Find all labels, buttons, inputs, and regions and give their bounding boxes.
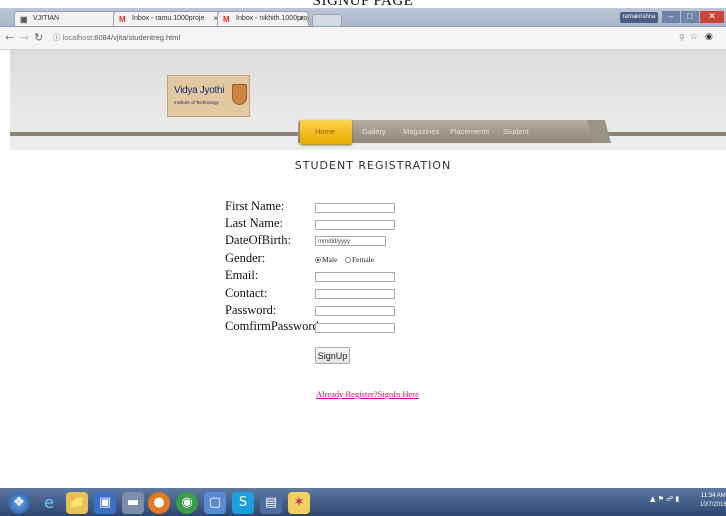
start-button[interactable]: ❖ xyxy=(8,492,30,514)
site-logo[interactable]: Vidya Jyothi Institute of Technology xyxy=(167,75,250,117)
app-icon[interactable]: ▬ xyxy=(122,492,144,514)
first-name-label: First Name: xyxy=(225,199,285,213)
gmail-icon: M xyxy=(119,15,126,24)
tab-label: VJITIAN xyxy=(33,15,60,22)
radio-selected-icon[interactable] xyxy=(315,257,321,264)
info-icon[interactable]: ⓘ xyxy=(53,33,61,42)
first-name-input[interactable] xyxy=(315,203,395,213)
contact-label: Contact: xyxy=(225,286,268,300)
browser-toolbar: ← → ↻ ⓘ localhost:8084/vjita/studentreg.… xyxy=(0,27,726,50)
nav-magazines[interactable]: Magazines xyxy=(403,127,439,136)
url-path: :8084/vjita/studentreg.html xyxy=(92,33,181,42)
system-tray[interactable]: ▲ ⚑ ☍ ▮ xyxy=(650,495,679,503)
gender-male-option[interactable]: Male xyxy=(315,255,337,264)
new-tab-button[interactable] xyxy=(312,14,342,27)
back-icon[interactable]: ← xyxy=(5,31,14,44)
close-tab-icon[interactable]: × xyxy=(299,14,304,23)
nav-gallery[interactable]: Gallery xyxy=(362,127,386,136)
confirm-password-label: ComfirmPassword: xyxy=(225,319,323,333)
media-icon[interactable]: ▣ xyxy=(94,492,116,514)
notepad-icon[interactable]: ▤ xyxy=(260,492,282,514)
page-icon: ▣ xyxy=(20,15,28,24)
email-label: Email: xyxy=(225,268,259,282)
reload-icon[interactable]: ↻ xyxy=(34,31,43,44)
url-host: localhost xyxy=(62,33,93,42)
explorer-icon[interactable]: 📁 xyxy=(66,492,88,514)
skype-icon[interactable]: S xyxy=(232,492,254,514)
nav-placements[interactable]: Placements xyxy=(450,127,489,136)
paint-icon[interactable]: ✶ xyxy=(288,492,310,514)
browser-tab-strip: ▣ VJITIAN × M Inbox - ramu.1000proje × M… xyxy=(0,8,726,27)
confirm-password-input[interactable] xyxy=(315,323,395,333)
email-input[interactable] xyxy=(315,272,395,282)
nav-home[interactable]: Home xyxy=(300,120,352,144)
tab-label: Inbox - nikhith.1000proj xyxy=(236,15,309,22)
netbeans-icon[interactable]: ▢ xyxy=(204,492,226,514)
clock[interactable]: 11:34 AM 10/7/2016 xyxy=(700,492,726,510)
dob-input[interactable]: mm/dd/yyyy xyxy=(315,236,386,246)
password-label: Password: xyxy=(225,303,277,317)
crest-icon xyxy=(232,84,247,105)
zoom-icon[interactable]: ⚲ xyxy=(679,33,685,42)
forward-icon[interactable]: → xyxy=(20,31,29,44)
signup-button[interactable]: SignUp xyxy=(315,347,350,364)
close-window-icon[interactable]: ✕ xyxy=(700,11,724,23)
nav-student[interactable]: Student xyxy=(503,127,529,136)
password-input[interactable] xyxy=(315,306,395,316)
clock-time: 11:34 AM xyxy=(700,493,726,499)
form-title: STUDENT REGISTRATION xyxy=(294,159,452,172)
star-icon[interactable]: ☆ xyxy=(690,32,698,42)
minimize-icon[interactable]: – xyxy=(662,11,680,23)
firefox-icon[interactable]: ● xyxy=(148,492,170,514)
tab-vjitian[interactable]: ▣ VJITIAN × xyxy=(14,11,124,26)
clock-date: 10/7/2016 xyxy=(700,502,726,508)
gender-female-option[interactable]: Female xyxy=(345,255,374,264)
profile-badge[interactable]: ramakrishna xyxy=(620,12,658,23)
tab-label: Inbox - ramu.1000proje xyxy=(132,15,205,22)
signin-link[interactable]: Already Register?SignIn Here xyxy=(316,389,419,399)
dob-label: DateOfBirth: xyxy=(225,233,291,247)
gmail-icon: M xyxy=(223,15,230,24)
radio-icon[interactable] xyxy=(345,257,351,264)
last-name-label: Last Name: xyxy=(225,216,283,230)
logo-name: Vidya Jyothi xyxy=(174,85,225,96)
last-name-input[interactable] xyxy=(315,220,395,230)
contact-input[interactable] xyxy=(315,289,395,299)
gender-label: Gender: xyxy=(225,251,266,265)
ie-icon[interactable]: e xyxy=(38,492,60,514)
tab-inbox-ramu[interactable]: M Inbox - ramu.1000proje × xyxy=(113,11,223,26)
address-bar[interactable]: ⓘ localhost:8084/vjita/studentreg.html xyxy=(53,31,653,45)
logo-subtitle: Institute of Technology xyxy=(174,100,219,105)
tab-inbox-nikhith[interactable]: M Inbox - nikhith.1000proj × xyxy=(217,11,309,26)
extension-icon[interactable]: ◉ xyxy=(705,32,713,42)
chrome-icon[interactable]: ◉ xyxy=(176,492,198,514)
maximize-icon[interactable]: □ xyxy=(681,11,699,23)
